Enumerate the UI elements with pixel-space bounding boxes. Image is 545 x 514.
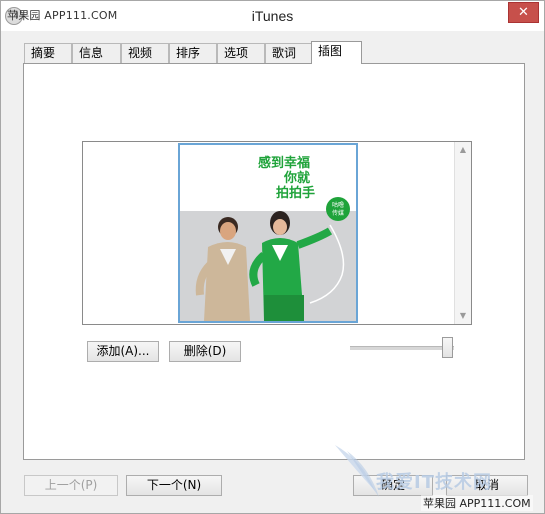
window-title: iTunes [251,8,294,24]
tab-video[interactable]: 视频 [121,43,169,63]
zoom-slider-thumb[interactable] [442,337,453,358]
close-button[interactable]: ✕ [508,2,539,23]
watermark-site-url: 苹果园 APP111.COM [421,495,533,511]
title-bar[interactable]: 苹果园 APP111.COM iTunes ✕ [1,1,544,31]
next-button[interactable]: 下一个(N) [126,475,222,496]
delete-artwork-button[interactable]: 删除(D) [169,341,241,362]
artwork-panel: 感到幸福 你就 拍拍手 咕噜 传媒 ▲ ▼ [23,63,525,460]
previous-button[interactable]: 上一个(P) [24,475,118,496]
tab-info[interactable]: 信息 [72,43,121,63]
artwork-caption-line1: 感到幸福 [258,155,310,171]
artwork-badge-line1: 咕噜 [332,201,344,209]
add-artwork-button[interactable]: 添加(A)... [87,341,159,362]
album-artwork-graphic: 感到幸福 你就 拍拍手 咕噜 传媒 [180,145,356,321]
tab-options[interactable]: 选项 [217,43,265,63]
scroll-down-arrow-icon[interactable]: ▼ [459,312,467,320]
tab-sorting[interactable]: 排序 [169,43,217,63]
artwork-caption-line3: 拍拍手 [276,185,315,201]
zoom-slider-track[interactable] [350,346,454,351]
artwork-badge-line2: 传媒 [332,209,344,217]
tab-summary[interactable]: 摘要 [24,43,72,63]
artwork-viewer: 感到幸福 你就 拍拍手 咕噜 传媒 ▲ ▼ [82,141,472,325]
tab-lyrics[interactable]: 歌词 [265,43,312,63]
tab-artwork[interactable]: 插图 [311,41,362,64]
watermark-site-name: 我爱IT技术网 [376,472,492,493]
artwork-vertical-scrollbar[interactable]: ▲ ▼ [454,142,471,324]
itunes-info-dialog: 苹果园 APP111.COM iTunes ✕ 摘要 信息 视频 排序 选项 歌… [0,0,545,514]
scroll-up-arrow-icon[interactable]: ▲ [459,146,467,154]
album-artwork-image[interactable]: 感到幸福 你就 拍拍手 咕噜 传媒 [178,143,358,323]
artwork-caption-line2: 你就 [283,170,310,186]
